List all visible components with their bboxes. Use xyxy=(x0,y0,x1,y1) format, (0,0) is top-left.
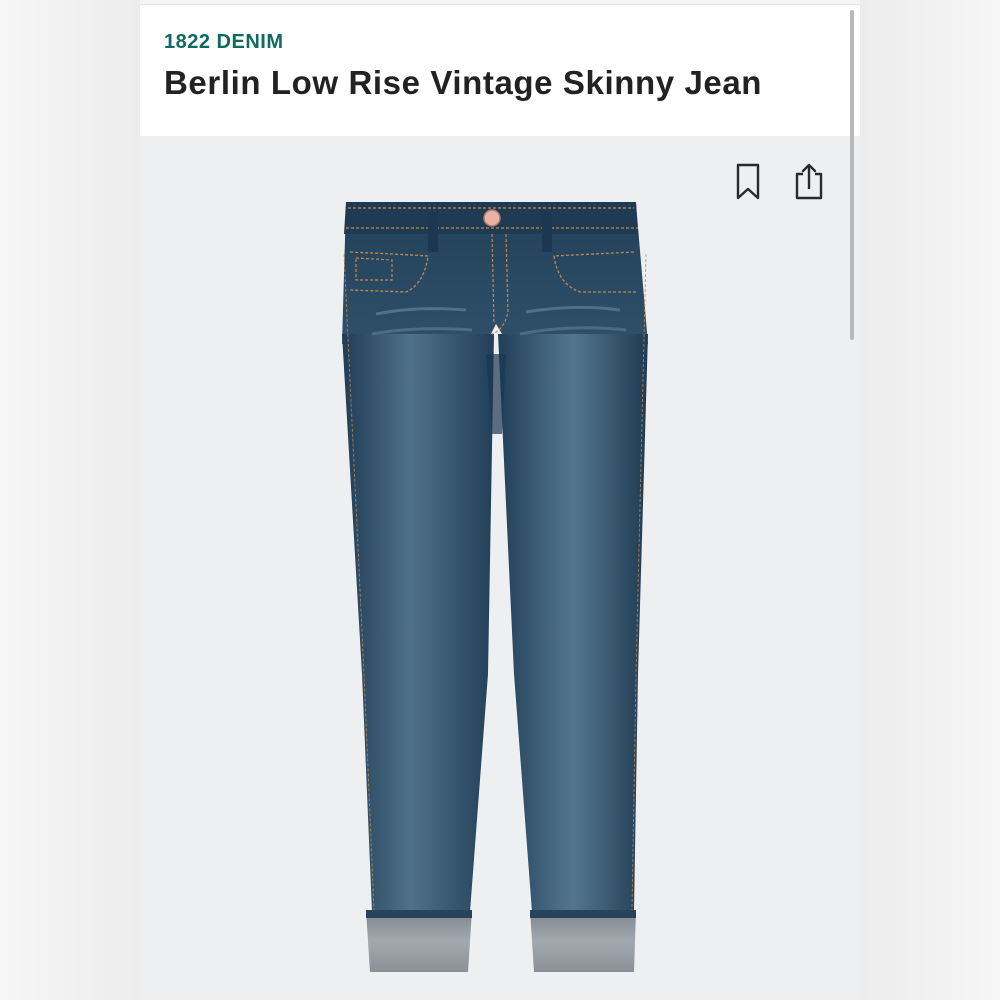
share-icon[interactable] xyxy=(794,162,824,202)
bookmark-icon[interactable] xyxy=(734,162,764,202)
product-image-jeans xyxy=(342,202,648,972)
product-title: Berlin Low Rise Vintage Skinny Jean xyxy=(164,64,763,101)
product-header: 1822 DENIM Berlin Low Rise Vintage Skinn… xyxy=(140,4,860,136)
outer-background-left xyxy=(0,0,140,1000)
product-image-area[interactable] xyxy=(140,136,860,1000)
product-screen: 1822 DENIM Berlin Low Rise Vintage Skinn… xyxy=(140,4,860,1000)
brand-name[interactable]: 1822 DENIM xyxy=(164,5,860,54)
outer-background-right xyxy=(860,0,1000,1000)
scrollbar[interactable] xyxy=(850,10,854,340)
